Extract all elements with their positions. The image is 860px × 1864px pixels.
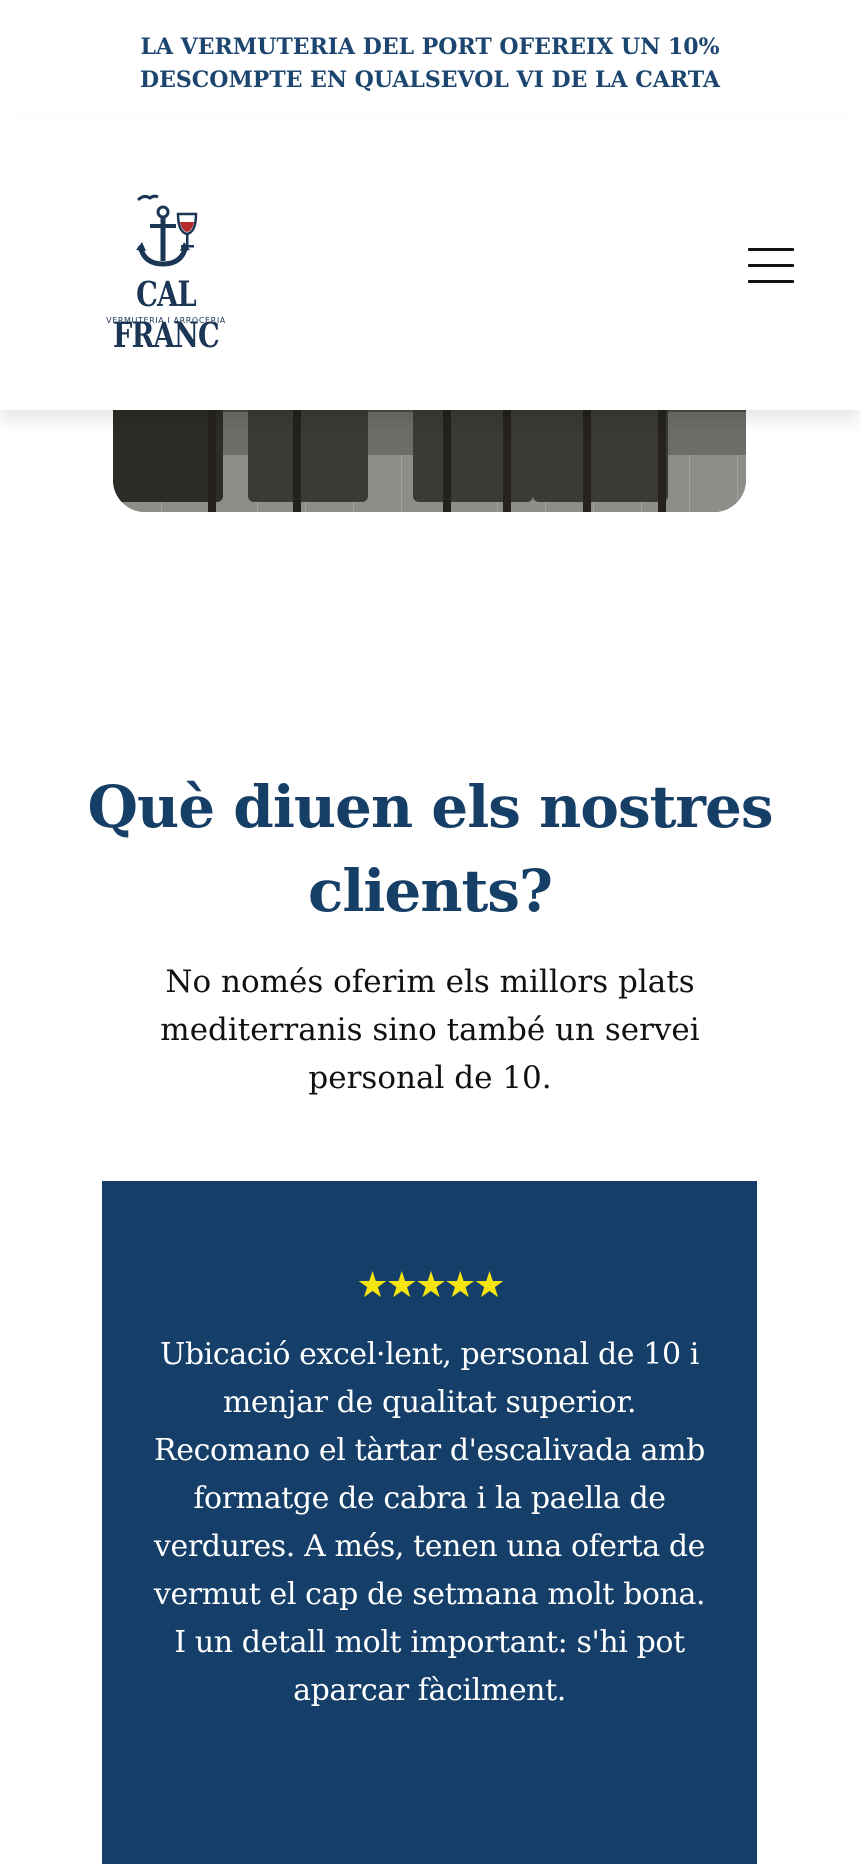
site-logo[interactable]: CAL FRANC VERMUTERIA I ARROCERIA bbox=[88, 192, 248, 356]
review-text: Ubicació excel·lent, personal de 10 i me… bbox=[153, 1337, 706, 1708]
anchor-wineglass-icon bbox=[136, 194, 198, 267]
menu-bar bbox=[748, 280, 794, 283]
hamburger-menu-icon[interactable] bbox=[746, 248, 796, 288]
promo-line-1: LA VERMUTERIA DEL PORT OFEREIX UN 10% bbox=[140, 34, 720, 60]
logo-name: CAL FRANC bbox=[112, 274, 220, 356]
testimonials-intro: No només oferim els millors plats medite… bbox=[160, 964, 700, 1096]
logo-subtitle: VERMUTERIA I ARROCERIA bbox=[106, 316, 226, 325]
star-rating-icon: ★★★★★ bbox=[356, 1265, 505, 1306]
review-card: ★★★★★ Ubicació excel·lent, personal de 1… bbox=[102, 1181, 757, 1864]
menu-bar bbox=[748, 264, 794, 267]
promo-line-2: DESCOMPTE EN QUALSEVOL VI DE LA CARTA bbox=[140, 67, 720, 93]
testimonials-title: Què diuen els nostres clients? bbox=[87, 773, 774, 925]
promo-banner: LA VERMUTERIA DEL PORT OFEREIX UN 10% DE… bbox=[0, 0, 860, 120]
menu-bar bbox=[748, 248, 794, 251]
site-header: CAL FRANC VERMUTERIA I ARROCERIA bbox=[0, 120, 860, 410]
